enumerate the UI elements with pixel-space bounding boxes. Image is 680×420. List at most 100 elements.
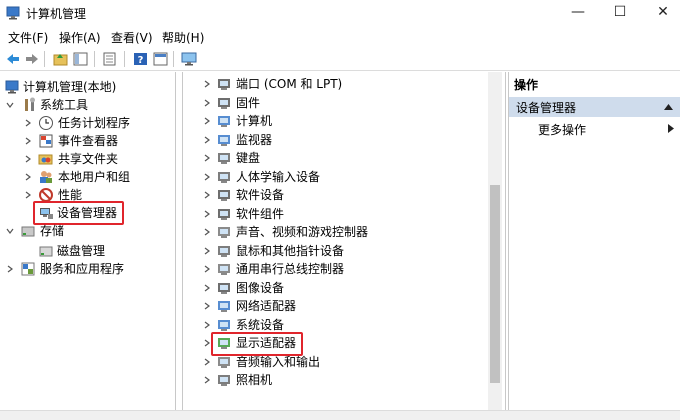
scrollbar-thumb[interactable] <box>490 185 500 383</box>
maximize-button[interactable]: ☐ <box>597 0 643 26</box>
chevron-right-icon[interactable] <box>668 124 674 133</box>
computer-icon <box>218 116 230 127</box>
device-category-label: 人体学输入设备 <box>236 169 321 184</box>
chevron-right-icon[interactable] <box>203 247 211 255</box>
window-title: 计算机管理 <box>26 7 87 21</box>
chevron-right-icon[interactable] <box>203 358 211 366</box>
keyboard-icon <box>218 153 230 164</box>
software-component-icon <box>218 208 230 220</box>
actions-pane <box>508 72 680 410</box>
network-adapter-icon <box>218 301 230 312</box>
port-icon <box>218 79 230 90</box>
tree-item-label: 磁盘管理 <box>57 244 106 258</box>
storage-icon <box>21 226 35 237</box>
up-folder-icon[interactable] <box>52 50 69 67</box>
users-icon <box>40 171 52 183</box>
chevron-right-icon[interactable] <box>24 191 32 199</box>
chevron-right-icon[interactable] <box>203 284 211 292</box>
highlight-display-adapter <box>211 332 303 356</box>
tree-item-label: 存储 <box>40 224 65 238</box>
chevron-right-icon[interactable] <box>203 339 211 347</box>
tree-item-label: 本地用户和组 <box>58 170 131 184</box>
menu-action[interactable]: 操作(A) <box>59 29 101 46</box>
device-category-label: 端口 (COM 和 LPT) <box>236 77 343 91</box>
usb-icon <box>218 264 230 275</box>
system-device-icon <box>218 319 230 331</box>
chevron-right-icon[interactable] <box>203 210 211 218</box>
tools-icon <box>25 97 35 111</box>
chevron-right-icon[interactable] <box>203 191 211 199</box>
collapse-up-icon[interactable] <box>664 103 673 110</box>
shared-folder-icon <box>38 154 53 165</box>
software-device-icon <box>218 190 230 201</box>
chevron-right-icon[interactable] <box>24 119 32 127</box>
chevron-right-icon[interactable] <box>203 80 211 88</box>
chevron-right-icon[interactable] <box>203 228 211 236</box>
chevron-right-icon[interactable] <box>203 376 211 384</box>
chevron-down-icon[interactable] <box>6 227 14 235</box>
chevron-right-icon[interactable] <box>203 173 211 181</box>
toolbar: ? <box>0 48 680 71</box>
tree-item-label: 事件查看器 <box>58 134 119 148</box>
device-category-label: 监视器 <box>236 132 273 147</box>
tree-item-label: 系统工具 <box>40 98 89 112</box>
device-category-label: 系统设备 <box>236 317 285 332</box>
speaker-icon <box>218 227 230 238</box>
menu-bar: 文件(F) 操作(A) 查看(V) 帮助(H) <box>0 27 680 47</box>
show-tree-icon[interactable] <box>72 50 89 67</box>
mouse-icon <box>218 245 230 257</box>
help-icon[interactable]: ? <box>132 50 149 67</box>
chevron-right-icon[interactable] <box>203 117 211 125</box>
menu-help[interactable]: 帮助(H) <box>162 29 204 46</box>
back-arrow-icon[interactable] <box>4 50 21 67</box>
console-icon[interactable] <box>152 50 169 67</box>
minimize-button[interactable]: — <box>555 0 601 26</box>
title-bar: 计算机管理 — ☐ ✕ <box>0 0 680 26</box>
device-category-label: 键盘 <box>236 151 261 165</box>
device-category-label: 照相机 <box>236 373 273 387</box>
close-button[interactable]: ✕ <box>640 0 680 26</box>
forward-arrow-icon[interactable] <box>23 50 40 67</box>
chevron-right-icon[interactable] <box>203 99 211 107</box>
device-category-label: 声音、视频和游戏控制器 <box>236 225 369 239</box>
tree-item-label: 服务和应用程序 <box>40 262 125 276</box>
actions-section-label: 设备管理器 <box>516 101 577 115</box>
device-category-label: 网络适配器 <box>236 299 297 313</box>
camera-device-icon <box>218 282 230 294</box>
chevron-right-icon[interactable] <box>24 155 32 163</box>
chevron-right-icon[interactable] <box>24 137 32 145</box>
more-actions-link[interactable]: 更多操作 <box>538 121 586 138</box>
device-category-label: 软件设备 <box>236 188 285 202</box>
device-category-label: 鼠标和其他指针设备 <box>236 243 345 258</box>
computer-management-icon <box>6 6 20 20</box>
computer-management-icon <box>5 80 19 94</box>
monitor-scan-icon[interactable] <box>180 50 197 67</box>
camera-icon <box>218 375 230 386</box>
tree-item-label: 共享文件夹 <box>58 152 119 166</box>
firmware-icon <box>218 97 230 109</box>
monitor-icon <box>218 134 230 146</box>
properties-icon[interactable] <box>101 50 118 67</box>
chevron-right-icon[interactable] <box>24 173 32 181</box>
device-category-label: 通用串行总线控制器 <box>236 262 345 276</box>
clock-icon <box>39 116 53 130</box>
chevron-right-icon[interactable] <box>203 265 211 273</box>
menu-view[interactable]: 查看(V) <box>111 29 153 46</box>
actions-title: 操作 <box>514 78 539 92</box>
tree-item-label: 任务计划程序 <box>58 116 131 130</box>
hid-icon <box>218 171 230 183</box>
event-viewer-icon <box>39 134 53 148</box>
chevron-right-icon[interactable] <box>203 136 211 144</box>
device-category-label: 计算机 <box>236 114 273 128</box>
chevron-right-icon[interactable] <box>203 154 211 162</box>
services-icon <box>21 262 35 276</box>
device-category-label: 固件 <box>236 95 261 110</box>
svg-text:?: ? <box>138 55 144 66</box>
chevron-right-icon[interactable] <box>6 265 14 273</box>
device-category-label: 图像设备 <box>236 280 285 295</box>
menu-file[interactable]: 文件(F) <box>8 29 48 46</box>
device-category-label: 软件组件 <box>236 206 285 221</box>
chevron-right-icon[interactable] <box>203 302 211 310</box>
chevron-right-icon[interactable] <box>203 321 211 329</box>
chevron-down-icon[interactable] <box>6 101 14 109</box>
